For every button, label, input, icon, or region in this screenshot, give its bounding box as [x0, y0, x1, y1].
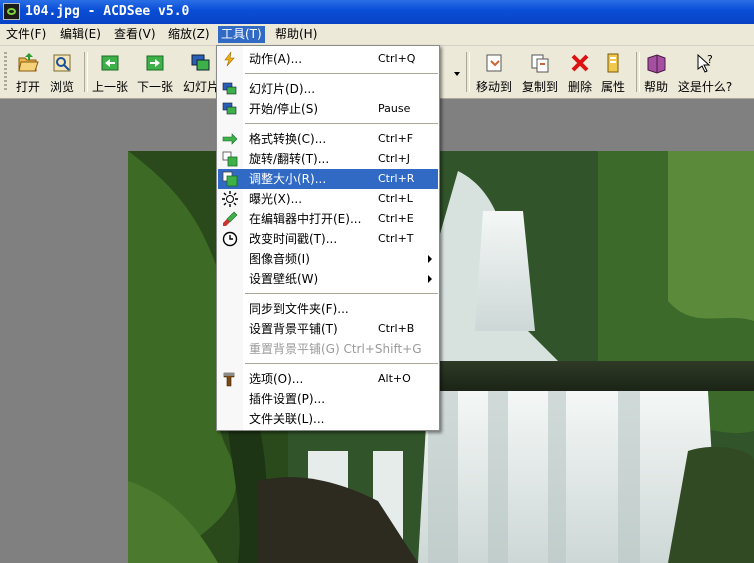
- menu-item-set-wallpaper[interactable]: 设置壁纸(W): [218, 269, 438, 289]
- next-arrow-icon: [144, 52, 166, 74]
- menu-item-plugin-settings[interactable]: 插件设置(P)...: [218, 389, 438, 409]
- lightning-icon: [222, 51, 238, 67]
- slideshow-icon: [190, 52, 212, 74]
- delete-x-icon: [569, 52, 591, 74]
- next-button[interactable]: 下一张: [135, 50, 175, 96]
- copy-to-button[interactable]: 复制到: [520, 50, 560, 96]
- move-to-icon: [483, 52, 505, 74]
- previous-label: 上一张: [91, 80, 128, 94]
- editor-brush-icon: [222, 211, 238, 227]
- resize-icon: [222, 171, 238, 187]
- open-label: 打开: [15, 80, 40, 94]
- toolbar-separator: [636, 52, 640, 92]
- menu-item-exposure[interactable]: 曝光(X)... Ctrl+L: [218, 189, 438, 209]
- menu-item-open-in-editor[interactable]: 在编辑器中打开(E)... Ctrl+E: [218, 209, 438, 229]
- exposure-sun-icon: [222, 191, 238, 207]
- menu-item-file-associations[interactable]: 文件关联(L)...: [218, 409, 438, 429]
- move-to-button[interactable]: 移动到: [474, 50, 514, 96]
- copy-to-label: 复制到: [521, 80, 558, 94]
- menu-help[interactable]: 帮助(H): [272, 26, 320, 43]
- options-hammer-icon: [222, 371, 238, 387]
- menu-item-sync-to-folder[interactable]: 同步到文件夹(F)...: [218, 299, 438, 319]
- clock-icon: [222, 231, 238, 247]
- menu-item-resize[interactable]: 调整大小(R)... Ctrl+R: [218, 169, 438, 189]
- slideshow-label: 幻灯片: [182, 80, 219, 94]
- whats-this-button[interactable]: ? 这是什么?: [676, 50, 734, 96]
- previous-button[interactable]: 上一张: [90, 50, 130, 96]
- menu-view[interactable]: 查看(V): [111, 26, 159, 43]
- properties-button[interactable]: 属性: [598, 50, 628, 96]
- svg-text:?: ?: [707, 53, 713, 66]
- window-title: 104.jpg - ACDSee v5.0: [25, 4, 190, 19]
- menu-separator: [245, 73, 438, 74]
- browse-label: 浏览: [49, 80, 74, 94]
- open-folder-icon: [17, 52, 39, 74]
- menu-zoom[interactable]: 缩放(Z): [165, 26, 213, 43]
- rotate-flip-icon: [222, 151, 238, 167]
- chevron-down-icon: [454, 72, 460, 76]
- move-to-label: 移动到: [475, 80, 512, 94]
- previous-arrow-icon: [99, 52, 121, 74]
- title-bar: 104.jpg - ACDSee v5.0: [0, 0, 754, 24]
- properties-icon: [602, 52, 624, 74]
- menu-item-slideshow[interactable]: 幻灯片(D)...: [218, 79, 438, 99]
- convert-format-icon: [222, 131, 238, 147]
- menu-separator: [245, 123, 438, 124]
- menu-item-image-audio[interactable]: 图像音频(I): [218, 249, 438, 269]
- menu-tools[interactable]: 工具(T): [218, 26, 265, 43]
- browse-icon: [51, 52, 73, 74]
- toolbar-dropdown-arrow[interactable]: [452, 50, 462, 96]
- toolbar-grip[interactable]: [4, 52, 7, 92]
- help-button[interactable]: 帮助: [642, 50, 670, 96]
- copy-to-icon: [529, 52, 551, 74]
- menu-bar: 文件(F) 编辑(E) 查看(V) 缩放(Z) 工具(T) 帮助(H): [0, 24, 754, 46]
- toolbar-separator: [466, 52, 470, 92]
- submenu-arrow-icon: [428, 275, 432, 283]
- menu-item-start-stop[interactable]: 开始/停止(S) Pause: [218, 99, 438, 119]
- help-label: 帮助: [643, 80, 668, 94]
- menu-separator: [245, 363, 438, 364]
- toolbar-separator: [84, 52, 88, 92]
- next-label: 下一张: [136, 80, 173, 94]
- submenu-arrow-icon: [428, 255, 432, 263]
- menu-item-convert-format[interactable]: 格式转换(C)... Ctrl+F: [218, 129, 438, 149]
- menu-item-reset-background-tile: 重置背景平铺(G) Ctrl+Shift+G: [249, 342, 422, 356]
- slideshow-button[interactable]: 幻灯片: [181, 50, 221, 96]
- whats-this-label: 这是什么?: [677, 80, 733, 94]
- delete-button[interactable]: 删除: [566, 50, 594, 96]
- menu-item-set-background-tile[interactable]: 设置背景平铺(T) Ctrl+B: [218, 319, 438, 339]
- browse-button[interactable]: 浏览: [46, 50, 78, 96]
- menu-item-rotate-flip[interactable]: 旋转/翻转(T)... Ctrl+J: [218, 149, 438, 169]
- open-button[interactable]: 打开: [12, 50, 44, 96]
- menu-separator: [245, 293, 438, 294]
- menu-item-change-timestamp[interactable]: 改变时间戳(T)... Ctrl+T: [218, 229, 438, 249]
- whats-this-icon: ?: [694, 52, 716, 74]
- start-stop-icon: [222, 101, 238, 117]
- properties-label: 属性: [600, 80, 625, 94]
- slideshow-icon: [222, 81, 238, 97]
- menu-file[interactable]: 文件(F): [3, 26, 49, 43]
- menu-item-options[interactable]: 选项(O)... Alt+O: [218, 369, 438, 389]
- menu-item-actions[interactable]: 动作(A)... Ctrl+Q: [218, 49, 438, 69]
- acdsee-app-icon[interactable]: [3, 3, 20, 20]
- tools-dropdown-menu: 动作(A)... Ctrl+Q 幻灯片(D)... 开始/停止(S) Pause…: [216, 45, 440, 431]
- delete-label: 删除: [567, 80, 592, 94]
- help-book-icon: [645, 52, 667, 74]
- menu-edit[interactable]: 编辑(E): [57, 26, 104, 43]
